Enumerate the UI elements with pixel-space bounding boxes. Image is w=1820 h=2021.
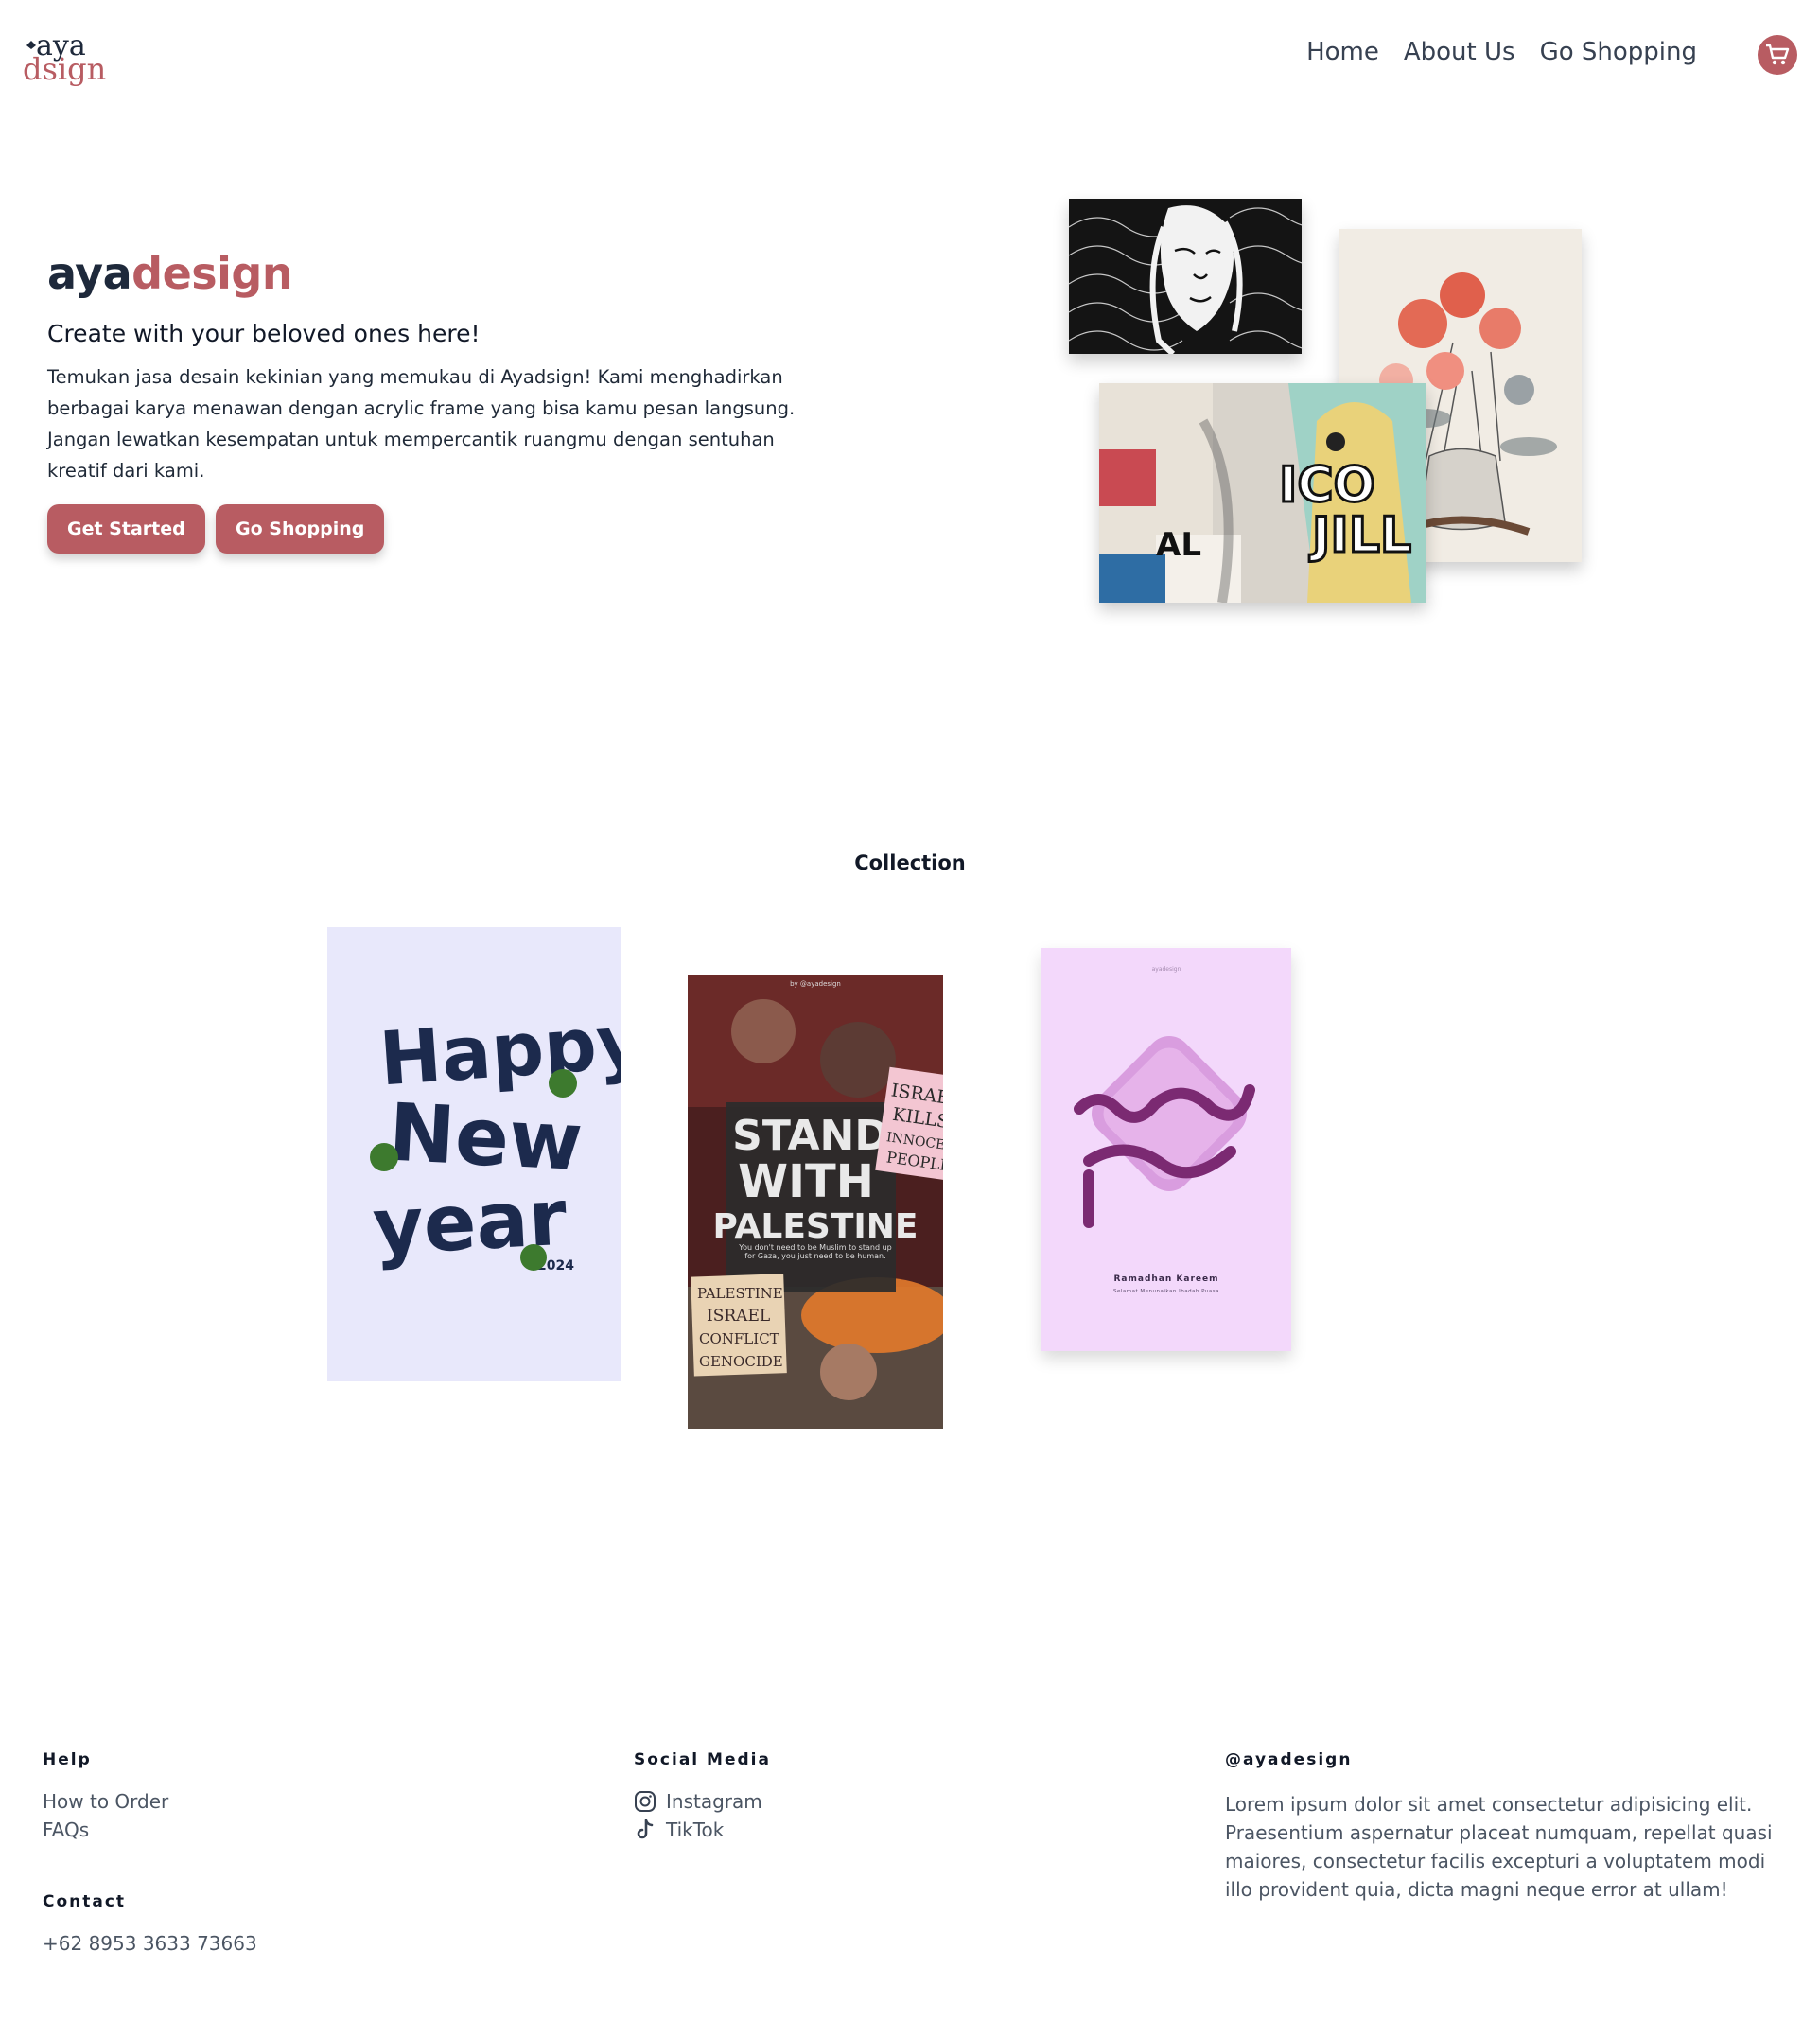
with-text: WITH bbox=[738, 1155, 874, 1208]
cart-button[interactable] bbox=[1758, 35, 1797, 75]
brand-logo[interactable]: aya dsign bbox=[23, 28, 117, 89]
logo-bottom-text: dsign bbox=[23, 51, 106, 87]
collection-title: Collection bbox=[854, 852, 966, 874]
hero-title-aya: aya bbox=[47, 248, 132, 299]
instagram-link[interactable]: Instagram bbox=[634, 1790, 762, 1813]
svg-text:ICO: ICO bbox=[1279, 457, 1375, 514]
palestine-top-text: by @ayadesign bbox=[790, 980, 841, 988]
artwork-woman-engraving bbox=[1069, 199, 1302, 354]
collection-card-ramadhan-kareem[interactable]: ayadesign Ramadhan Kareem Selamat Menuna… bbox=[1041, 948, 1291, 1351]
sign2-line1: PALESTINE bbox=[697, 1285, 783, 1302]
svg-text:AL: AL bbox=[1156, 526, 1201, 564]
contact-phone: +62 8953 3633 73663 bbox=[43, 1932, 257, 1955]
hero-description: Temukan jasa desain kekinian yang memuka… bbox=[47, 366, 796, 482]
hero-artwork-collage: ICO JILL AL bbox=[1059, 189, 1589, 624]
instagram-icon bbox=[635, 1791, 656, 1812]
nav-links: Home About Us Go Shopping bbox=[1306, 38, 1697, 66]
instagram-label: Instagram bbox=[666, 1790, 762, 1813]
collection-card-stand-with-palestine[interactable]: by @ayadesign STAND WITH PALESTINE You d… bbox=[688, 975, 943, 1429]
tiktok-link[interactable]: TikTok bbox=[634, 1819, 724, 1841]
tiktok-label: TikTok bbox=[666, 1819, 725, 1841]
ramadhan-subtitle: Selamat Menunaikan Ibadah Puasa bbox=[1113, 1289, 1219, 1294]
faqs-link[interactable]: FAQs bbox=[43, 1819, 89, 1841]
hero-title: ayadesign bbox=[47, 248, 293, 299]
footer-help-heading: Help bbox=[43, 1750, 92, 1769]
footer-about-heading: @ayadesign bbox=[1225, 1750, 1353, 1769]
how-to-order-link[interactable]: How to Order bbox=[43, 1790, 168, 1813]
palestine-caption: You don't need to be Muslim to stand up … bbox=[739, 1243, 892, 1260]
hero-title-design: design bbox=[131, 248, 293, 299]
tiktok-icon bbox=[637, 1819, 654, 1839]
hero-subtitle: Create with your beloved ones here! bbox=[47, 320, 481, 347]
sign2-line4: GENOCIDE bbox=[699, 1353, 783, 1370]
palestine-text: PALESTINE bbox=[712, 1207, 918, 1246]
footer-social-heading: Social Media bbox=[634, 1750, 771, 1769]
nav-link-about-us[interactable]: About Us bbox=[1404, 38, 1515, 66]
go-shopping-button[interactable]: Go Shopping bbox=[216, 504, 385, 554]
get-started-button[interactable]: Get Started bbox=[47, 504, 205, 554]
sign2-line2: ISRAEL bbox=[707, 1307, 770, 1326]
stand-text: STAND bbox=[732, 1112, 889, 1160]
footer-about-text: Lorem ipsum dolor sit amet consectetur a… bbox=[1225, 1793, 1773, 1901]
footer: Help How to Order FAQs Contact +62 8953 … bbox=[0, 1750, 1820, 2021]
svg-text:JILL: JILL bbox=[1309, 507, 1411, 564]
sign2-line3: CONFLICT bbox=[699, 1330, 779, 1347]
footer-contact-heading: Contact bbox=[43, 1892, 127, 1911]
artwork-poster-collage: ICO JILL AL bbox=[1099, 383, 1426, 603]
shopping-cart-icon bbox=[1766, 44, 1790, 65]
ramadhan-title: Ramadhan Kareem bbox=[1114, 1274, 1219, 1284]
nav-link-home[interactable]: Home bbox=[1306, 38, 1379, 66]
navbar: aya dsign Home About Us Go Shopping bbox=[0, 0, 1820, 114]
collection-card-happy-new-year[interactable]: Happy New year 2024 bbox=[327, 927, 621, 1381]
nav-link-go-shopping[interactable]: Go Shopping bbox=[1540, 38, 1697, 66]
ramadhan-top-text: ayadesign bbox=[1152, 966, 1181, 973]
